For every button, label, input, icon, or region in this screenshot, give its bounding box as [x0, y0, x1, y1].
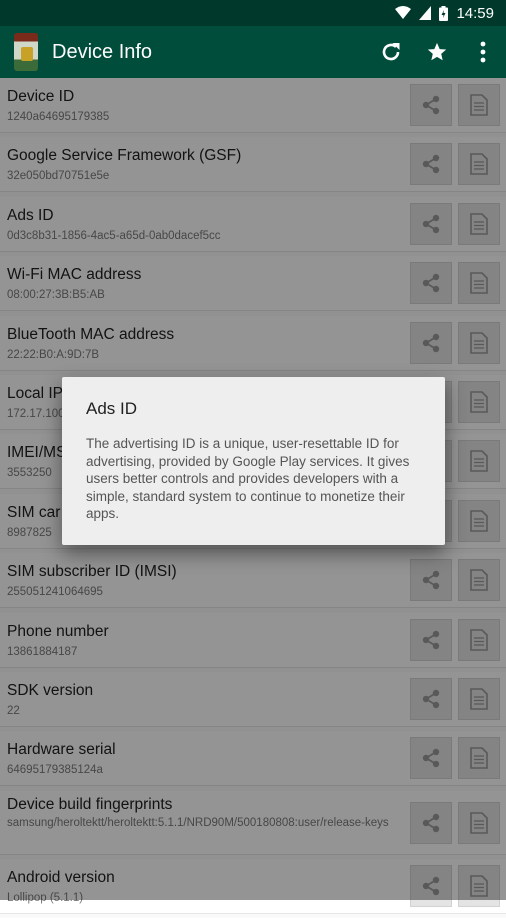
status-time: 14:59 — [456, 4, 494, 22]
more-vertical-icon[interactable] — [460, 26, 506, 78]
ads-id-dialog: Ads ID The advertising ID is a unique, u… — [62, 377, 445, 545]
refresh-icon[interactable] — [368, 26, 414, 78]
dialog-body: The advertising ID is a unique, user-res… — [86, 436, 410, 521]
app-bar: Device Info — [0, 26, 506, 78]
app-title: Device Info — [52, 40, 153, 63]
star-icon[interactable] — [414, 26, 460, 78]
app-logo-icon — [14, 33, 38, 71]
wifi-icon — [395, 6, 412, 20]
signal-icon — [419, 6, 432, 20]
dialog-title: Ads ID — [86, 399, 138, 418]
status-bar: 14:59 — [0, 0, 506, 26]
battery-icon — [439, 5, 449, 21]
